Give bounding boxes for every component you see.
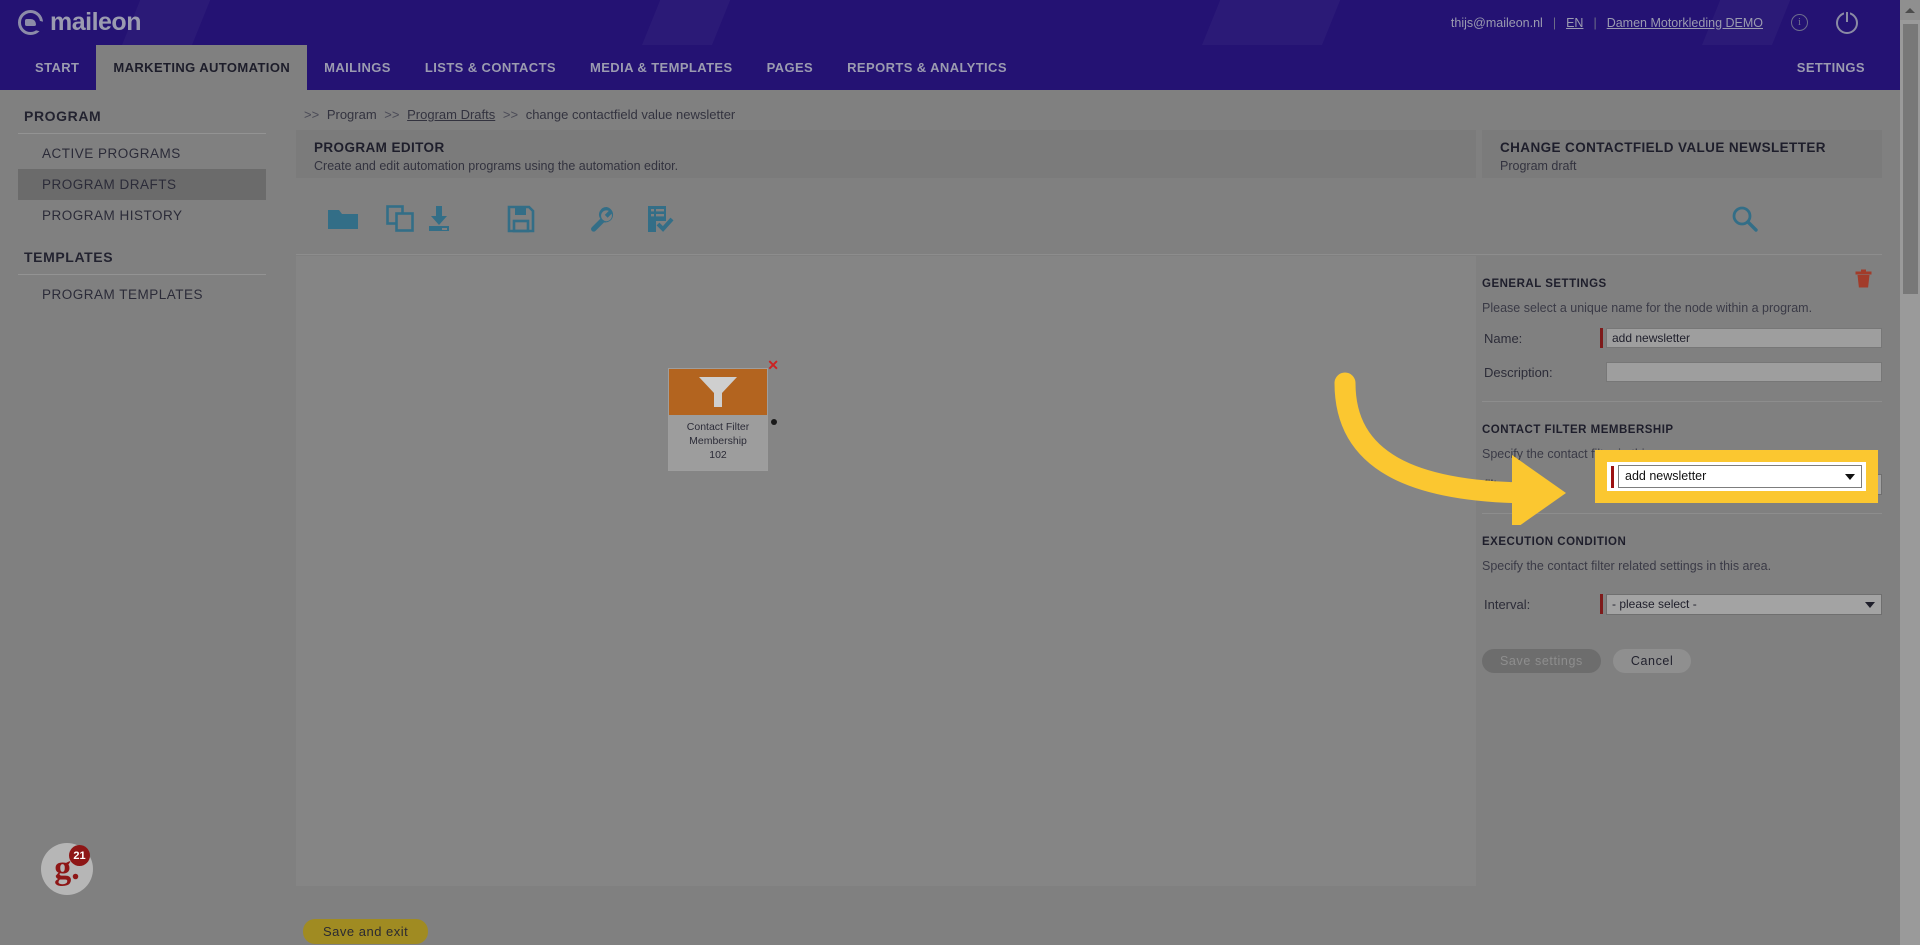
nav-item-lists-contacts[interactable]: LISTS & CONTACTS xyxy=(408,45,573,90)
editor-toolbar xyxy=(296,185,1882,255)
main-nav: START MARKETING AUTOMATION MAILINGS LISTS &… xyxy=(0,45,1920,90)
program-editor-header: PROGRAM EDITOR Create and edit automatio… xyxy=(296,130,1476,178)
program-editor-subtitle: Create and edit automation programs usin… xyxy=(314,159,679,173)
save-settings-button[interactable]: Save settings xyxy=(1482,649,1601,673)
power-icon[interactable] xyxy=(1836,11,1858,34)
name-row: Name: add newsletter xyxy=(1482,327,1882,349)
trash-icon[interactable] xyxy=(1855,269,1872,293)
nav-item-marketing-automation[interactable]: MARKETING AUTOMATION xyxy=(96,45,308,90)
funnel-filter-icon xyxy=(669,369,767,415)
cancel-button[interactable]: Cancel xyxy=(1612,649,1692,673)
annotation-arrow-icon xyxy=(1320,365,1620,531)
description-input[interactable] xyxy=(1606,362,1882,382)
chevron-down-icon xyxy=(1865,601,1875,608)
left-sidebar: PROGRAM ACTIVE PROGRAMS PROGRAM DRAFTS PROG… xyxy=(0,90,290,310)
language-link[interactable]: EN xyxy=(1566,16,1583,30)
chevron-down-icon xyxy=(1845,474,1855,480)
interval-row: Interval: - please select - xyxy=(1482,593,1882,615)
brand-logo[interactable]: maileon xyxy=(18,8,141,37)
wrench-icon[interactable] xyxy=(580,197,626,241)
sidebar-item-program-history[interactable]: PROGRAM HISTORY xyxy=(18,200,266,231)
sidebar-group-title-templates: TEMPLATES xyxy=(24,249,114,265)
interval-required-marker xyxy=(1600,594,1603,614)
interval-label: Interval: xyxy=(1484,596,1531,612)
top-bar: maileon thijs@maileon.nl | EN | Damen Mo… xyxy=(0,0,1920,45)
contact-filter-required-marker-highlighted xyxy=(1611,465,1614,488)
breadcrumb-item-current: change contactfield value newsletter xyxy=(525,107,736,122)
breadcrumb-item-program-drafts[interactable]: Program Drafts xyxy=(407,107,495,122)
separator-1: | xyxy=(1552,15,1557,30)
nav-item-settings[interactable]: SETTINGS xyxy=(1797,45,1865,90)
nav-item-start[interactable]: START xyxy=(18,45,96,90)
validate-checklist-icon[interactable] xyxy=(638,197,684,241)
general-settings-description: Please select a unique name for the node… xyxy=(1482,301,1813,315)
execution-condition-title: EXECUTION CONDITION xyxy=(1482,536,1627,548)
save-floppy-icon[interactable] xyxy=(498,197,544,241)
download-icon[interactable] xyxy=(416,197,462,241)
execution-condition-description: Specify the contact filter related setti… xyxy=(1482,559,1772,573)
node-label-line-2: Membership xyxy=(689,435,747,448)
nav-item-mailings[interactable]: MAILINGS xyxy=(307,45,408,90)
highlight-inner: add newsletter xyxy=(1607,462,1866,491)
contact-filter-select[interactable]: add newsletter xyxy=(1618,465,1862,488)
breadcrumb: >> Program >> Program Drafts >> change c… xyxy=(300,107,735,122)
annotation-highlight-box: add newsletter xyxy=(1595,450,1878,503)
save-and-exit-button[interactable]: Save and exit xyxy=(303,919,429,944)
nav-item-pages[interactable]: PAGES xyxy=(750,45,831,90)
breadcrumb-item-program: Program xyxy=(326,107,377,122)
name-required-marker xyxy=(1600,328,1603,348)
output-port-dot[interactable] xyxy=(771,419,777,425)
canvas-node-label: Contact Filter Membership 102 xyxy=(669,415,767,470)
g-logo-badge: 21 xyxy=(69,845,90,866)
sidebar-divider xyxy=(18,133,266,134)
scrollbar-thumb[interactable] xyxy=(1903,24,1918,294)
node-panel-title: CHANGE CONTACTFIELD VALUE NEWSLETTER xyxy=(1500,140,1826,155)
separator-2: | xyxy=(1593,15,1597,30)
interval-select[interactable]: - please select - xyxy=(1606,593,1882,615)
nav-item-media-templates[interactable]: MEDIA & TEMPLATES xyxy=(573,45,750,90)
sidebar-group-title-program: PROGRAM xyxy=(24,108,102,124)
breadcrumb-sep-1: >> xyxy=(304,107,320,122)
name-label: Name: xyxy=(1484,330,1523,346)
brand-name: maileon xyxy=(50,8,141,36)
general-settings-title: GENERAL SETTINGS xyxy=(1482,278,1607,290)
program-editor-title: PROGRAM EDITOR xyxy=(314,140,445,155)
nav-item-list: START MARKETING AUTOMATION MAILINGS LISTS &… xyxy=(18,45,1024,90)
node-panel-subtitle: Program draft xyxy=(1500,159,1577,173)
node-label-line-1: Contact Filter xyxy=(686,421,750,433)
canvas-node-contact-filter-membership[interactable]: ✕ Contact Filter Membership 102 xyxy=(668,357,779,471)
user-email: thijs@maileon.nl xyxy=(1450,15,1543,30)
name-input[interactable]: add newsletter xyxy=(1606,328,1882,348)
open-folder-icon[interactable] xyxy=(320,197,366,241)
page-root: maileon thijs@maileon.nl | EN | Damen Mo… xyxy=(0,0,1920,945)
program-canvas[interactable]: ✕ Contact Filter Membership 102 xyxy=(296,256,1476,886)
breadcrumb-sep-3: >> xyxy=(502,107,519,122)
breadcrumb-sep-2: >> xyxy=(384,107,400,122)
search-icon[interactable] xyxy=(1722,197,1768,241)
node-panel-header: CHANGE CONTACTFIELD VALUE NEWSLETTER Pro… xyxy=(1482,130,1882,178)
node-label-line-3: 102 xyxy=(709,449,727,462)
sidebar-item-program-templates[interactable]: PROGRAM TEMPLATES xyxy=(18,279,266,310)
nav-item-reports-analytics[interactable]: REPORTS & ANALYTICS xyxy=(830,45,1024,90)
sidebar-item-program-drafts[interactable]: PROGRAM DRAFTS xyxy=(18,169,266,200)
scroll-up-arrow-icon[interactable] xyxy=(1900,0,1920,20)
top-right-utilities: thijs@maileon.nl | EN | Damen Motorkledi… xyxy=(1451,0,1858,45)
maileon-logo-icon xyxy=(18,10,43,35)
sidebar-item-active-programs[interactable]: ACTIVE PROGRAMS xyxy=(18,138,266,169)
close-x-icon[interactable]: ✕ xyxy=(767,357,779,374)
account-link[interactable]: Damen Motorkleding DEMO xyxy=(1607,16,1763,30)
sidebar-divider xyxy=(18,274,266,275)
page-scrollbar[interactable] xyxy=(1900,0,1920,945)
settings-button-row: Save settings Cancel xyxy=(1482,649,1882,673)
g21-logo[interactable]: g. 21 xyxy=(41,843,93,895)
info-icon[interactable]: i xyxy=(1791,14,1808,31)
